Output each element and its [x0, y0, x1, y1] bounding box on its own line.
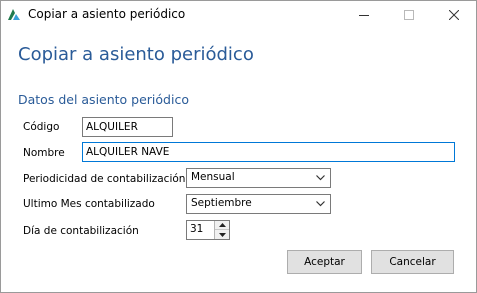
app-logo-icon: [8, 9, 20, 20]
ultimo-mes-select[interactable]: Septiembre: [186, 194, 331, 214]
section-title: Datos del asiento periódico: [18, 92, 189, 107]
ultimo-mes-value: Septiembre: [191, 197, 252, 209]
maximize-button[interactable]: [388, 1, 430, 29]
dia-stepper[interactable]: 31: [186, 220, 230, 240]
maximize-icon: [404, 10, 414, 20]
periodicidad-select[interactable]: Mensual: [186, 168, 331, 188]
codigo-field[interactable]: ALQUILER: [82, 117, 173, 137]
window-title: Copiar a asiento periódico: [28, 7, 186, 21]
increment-button[interactable]: [215, 221, 229, 230]
arrow-up-icon: [218, 223, 226, 227]
chevron-down-icon: [316, 201, 325, 207]
accept-button[interactable]: Aceptar: [287, 250, 362, 274]
close-icon: [449, 10, 459, 20]
page-title: Copiar a asiento periódico: [18, 44, 254, 65]
codigo-label: Código: [23, 121, 60, 133]
periodicidad-label: Periodicidad de contabilización: [23, 173, 186, 185]
ultimo-mes-label: Ultimo Mes contabilizado: [23, 198, 155, 210]
minimize-icon: [359, 15, 369, 16]
title-bar[interactable]: Copiar a asiento periódico: [1, 1, 476, 29]
periodicidad-value: Mensual: [191, 171, 235, 183]
chevron-down-icon: [316, 175, 325, 181]
nombre-field[interactable]: ALQUILER NAVE: [82, 142, 455, 162]
close-button[interactable]: [433, 1, 475, 29]
dia-label: Día de contabilización: [23, 225, 139, 237]
stepper-buttons: [214, 221, 229, 239]
dialog-window: Copiar a asiento periódico Copiar a asie…: [0, 0, 477, 293]
arrow-down-icon: [218, 232, 226, 237]
nombre-label: Nombre: [23, 147, 65, 159]
dia-value: 31: [190, 223, 204, 235]
cancel-button[interactable]: Cancelar: [371, 250, 454, 274]
decrement-button[interactable]: [215, 230, 229, 239]
minimize-button[interactable]: [343, 1, 385, 29]
